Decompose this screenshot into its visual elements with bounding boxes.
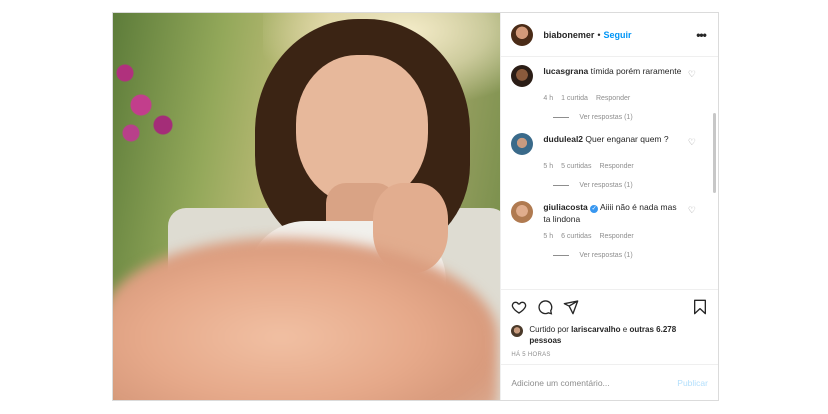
commenter-avatar[interactable]	[511, 65, 534, 87]
view-replies-label: Ver respostas (1)	[579, 114, 633, 121]
publish-button[interactable]: Publicar	[677, 378, 708, 388]
commenter-avatar[interactable]	[511, 133, 534, 155]
liked-by: Curtido por lariscarvalho e outras 6.278…	[511, 324, 708, 346]
reply-button[interactable]: Responder	[599, 163, 633, 170]
reply-button[interactable]: Responder	[596, 95, 630, 102]
comment-text-block: duduleal2 Quer enganar quem ?	[543, 133, 683, 145]
comment-item: giuliacosta ✓ Aiiii não é nada mas ta li…	[501, 201, 718, 259]
liked-by-prefix: Curtido por	[529, 325, 569, 334]
liked-by-connector: e	[622, 325, 628, 334]
comment-bubble-icon[interactable]	[537, 299, 553, 315]
post-header: biabonemer • Seguir •••	[501, 13, 718, 57]
like-comment-heart-icon[interactable]: ♡	[688, 69, 696, 80]
liked-by-text: Curtido por lariscarvalho e outras 6.278…	[529, 324, 679, 346]
view-replies-label: Ver respostas (1)	[579, 182, 633, 189]
replies-line	[553, 255, 570, 256]
commenter-username[interactable]: lucasgrana	[543, 66, 588, 76]
like-comment-heart-icon[interactable]: ♡	[688, 205, 696, 216]
liker-username[interactable]: lariscarvalho	[571, 325, 620, 334]
share-paper-plane-icon[interactable]	[563, 299, 579, 315]
view-replies-button[interactable]: Ver respostas (1)	[553, 252, 696, 259]
comment-time: 4 h	[543, 95, 554, 102]
author-username[interactable]: biabonemer	[543, 30, 594, 40]
comment-likes[interactable]: 6 curtidas	[561, 233, 591, 240]
like-heart-icon[interactable]	[511, 299, 527, 315]
comment-text-block: giuliacosta ✓ Aiiii não é nada mas ta li…	[543, 201, 683, 225]
comment-meta: 4 h 1 curtida Responder	[543, 95, 696, 102]
like-comment-heart-icon[interactable]: ♡	[688, 137, 696, 148]
post-card: biabonemer • Seguir ••• lucasgrana tímid…	[112, 12, 719, 401]
bookmark-icon[interactable]	[692, 299, 708, 315]
separator-dot: •	[597, 29, 601, 40]
follow-button[interactable]: Seguir	[604, 30, 632, 40]
author-avatar[interactable]	[511, 23, 534, 46]
comment-item: duduleal2 Quer enganar quem ? ♡ 5 h 5 cu…	[501, 133, 718, 189]
comment-text: tímida porém raramente	[590, 66, 682, 76]
view-replies-button[interactable]: Ver respostas (1)	[553, 182, 696, 189]
reply-button[interactable]: Responder	[599, 233, 633, 240]
commenter-username[interactable]: duduleal2	[543, 134, 583, 144]
action-icons	[511, 296, 708, 318]
add-comment-bar: Publicar	[501, 364, 718, 400]
commenter-avatar[interactable]	[511, 201, 534, 223]
post-sidebar: biabonemer • Seguir ••• lucasgrana tímid…	[500, 13, 718, 400]
comments-list: lucasgrana tímida porém raramente ♡ 4 h …	[501, 57, 718, 289]
view-replies-button[interactable]: Ver respostas (1)	[553, 114, 696, 121]
verified-badge-icon: ✓	[590, 205, 599, 213]
comment-input[interactable]	[511, 377, 678, 388]
comment-text-block: lucasgrana tímida porém raramente	[543, 65, 683, 77]
more-options-icon[interactable]: •••	[694, 28, 708, 42]
comment-likes[interactable]: 1 curtida	[561, 95, 588, 102]
replies-line	[553, 117, 570, 118]
comment-time: 5 h	[543, 163, 554, 170]
comment-meta: 5 h 5 curtidas Responder	[543, 163, 696, 170]
post-photo[interactable]	[113, 13, 501, 400]
view-replies-label: Ver respostas (1)	[579, 252, 633, 259]
comment-time: 5 h	[543, 233, 554, 240]
replies-line	[553, 185, 570, 186]
post-timestamp[interactable]: HÁ 5 HORAS	[511, 352, 708, 358]
comment-meta: 5 h 6 curtidas Responder	[543, 233, 696, 240]
liker-avatar[interactable]	[511, 325, 524, 337]
post-actions: Curtido por lariscarvalho e outras 6.278…	[501, 289, 718, 400]
comment-text: Quer enganar quem ?	[585, 134, 669, 144]
commenter-username[interactable]: giuliacosta	[543, 202, 587, 212]
comment-likes[interactable]: 5 curtidas	[561, 163, 591, 170]
comment-item: lucasgrana tímida porém raramente ♡ 4 h …	[501, 65, 718, 121]
